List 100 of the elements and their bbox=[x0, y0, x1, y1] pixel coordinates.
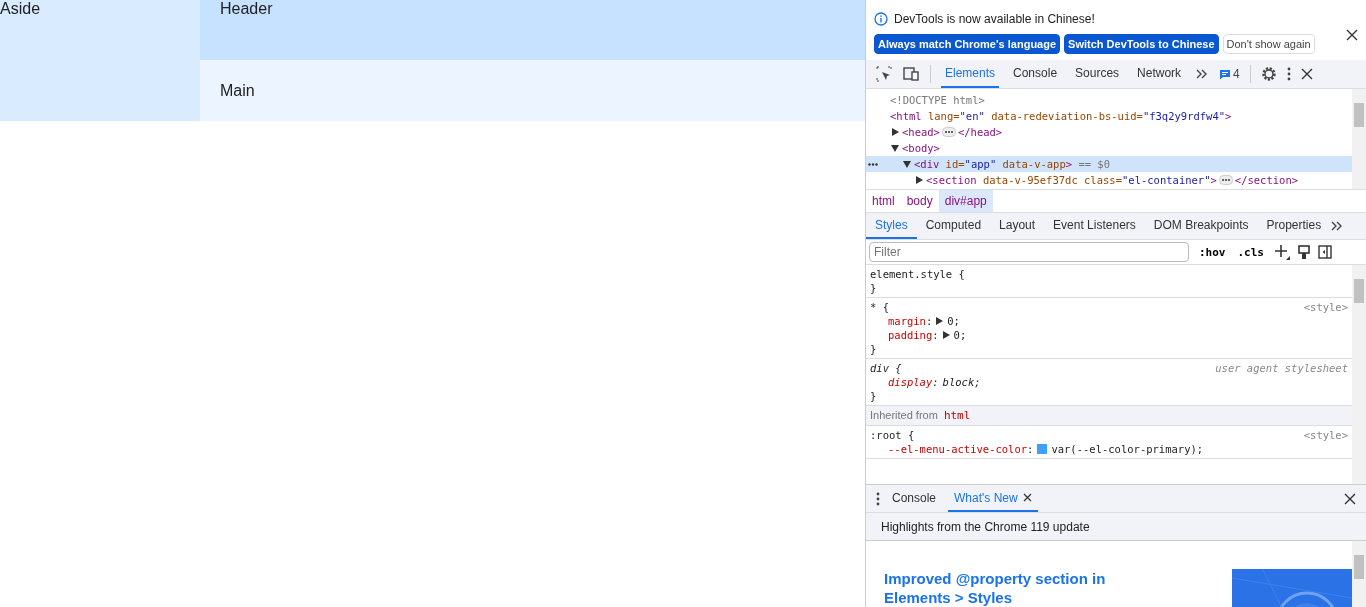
close-icon[interactable] bbox=[1346, 29, 1358, 41]
sidebar-toggle-icon[interactable] bbox=[1318, 245, 1332, 259]
sidebar-tab[interactable]: DOM Breakpoints bbox=[1144, 213, 1258, 239]
closing-brace: } bbox=[870, 389, 877, 403]
markup-text: data-v-95ef37dc class= bbox=[981, 174, 1122, 186]
color-swatch[interactable] bbox=[1037, 444, 1048, 454]
markup-text: <html bbox=[890, 110, 922, 122]
css-selector: div { bbox=[870, 361, 902, 375]
closing-brace: } bbox=[870, 342, 877, 356]
plus-icon[interactable] bbox=[1274, 244, 1290, 260]
dom-node[interactable]: <!DOCTYPE html> bbox=[866, 92, 1352, 108]
expand-arrow-icon[interactable] bbox=[942, 331, 950, 339]
panel-tab[interactable]: Console bbox=[1009, 60, 1062, 88]
markup-text: </head> bbox=[957, 126, 1003, 138]
dom-node[interactable]: <section data-v-95ef37dc class="el-container"> </section> bbox=[866, 172, 1352, 188]
update-subtitle: Highlights from the Chrome 119 update bbox=[881, 519, 1090, 534]
rule-source[interactable]: user agent stylesheet bbox=[1215, 361, 1348, 375]
css-value: 0; bbox=[947, 314, 960, 328]
rule-source[interactable]: <style> bbox=[1303, 300, 1348, 314]
css-colon: : bbox=[1027, 442, 1034, 456]
sidebar-tab[interactable]: Properties bbox=[1257, 213, 1331, 239]
dom-node[interactable]: <html lang="en" data-redeviation-bs-uid="f3q2y9rdfw4"> bbox=[866, 108, 1352, 124]
scrollbar[interactable] bbox=[1352, 265, 1366, 484]
markup-text: <!DOCTYPE html> bbox=[890, 94, 985, 106]
markup-text: "f3q2y9rdfw4" bbox=[1142, 110, 1226, 122]
message-icon bbox=[1219, 68, 1232, 80]
close-icon[interactable] bbox=[1344, 492, 1356, 505]
menu-icon[interactable] bbox=[1286, 67, 1291, 81]
css-value: block; bbox=[942, 375, 981, 389]
ellipsis-icon[interactable] bbox=[1218, 175, 1233, 185]
toggle-button[interactable]: :hov bbox=[1197, 245, 1228, 259]
inherited-label: Inherited from bbox=[870, 409, 938, 422]
main-label: Main bbox=[220, 81, 255, 100]
markup-text: > bbox=[1210, 174, 1217, 186]
markup-text: "en" bbox=[959, 110, 985, 122]
css-value: 0; bbox=[953, 328, 967, 342]
ellipsis-icon[interactable] bbox=[941, 127, 956, 137]
settings-icon[interactable] bbox=[1260, 66, 1277, 82]
css-value: var(--el-color-primary); bbox=[1051, 442, 1204, 456]
inherited-element-link[interactable]: html bbox=[943, 409, 971, 422]
breadcrumb[interactable]: body bbox=[900, 190, 939, 212]
panel-tab[interactable]: Sources bbox=[1071, 60, 1124, 88]
markup-text: data-redeviation-bs-uid= bbox=[990, 110, 1143, 122]
css-colon: : bbox=[925, 314, 933, 328]
css-selector: * { bbox=[870, 300, 889, 314]
info-button[interactable]: Switch DevTools to Chinese bbox=[1064, 34, 1219, 54]
markup-text: id= bbox=[944, 158, 965, 170]
paint-brush-icon[interactable] bbox=[1298, 244, 1310, 260]
sidebar-tab[interactable]: Styles bbox=[866, 213, 917, 239]
issues-counter[interactable]: 4 bbox=[1219, 67, 1240, 81]
css-colon: : bbox=[932, 375, 939, 389]
css-colon: : bbox=[932, 328, 939, 342]
collapsed-arrow-icon[interactable] bbox=[916, 176, 923, 184]
markup-text: > bbox=[1065, 158, 1073, 170]
markup-text: <div bbox=[914, 158, 940, 170]
markup-text: > bbox=[1225, 110, 1232, 122]
sidebar-tab[interactable]: Computed bbox=[916, 213, 991, 239]
breadcrumb[interactable]: div#app bbox=[938, 190, 993, 212]
info-button[interactable]: Don't show again bbox=[1222, 34, 1315, 54]
dom-node[interactable]: <body> bbox=[866, 140, 1352, 156]
filter-field[interactable]: Filter bbox=[869, 242, 1189, 262]
dom-node[interactable]: <head> </head> bbox=[866, 124, 1352, 140]
info-button[interactable]: Always match Chrome's language bbox=[874, 34, 1061, 54]
device-icon[interactable] bbox=[902, 66, 920, 82]
scrollbar[interactable] bbox=[1352, 89, 1366, 189]
css-selector: element.style { bbox=[870, 267, 965, 281]
breadcrumb[interactable]: html bbox=[866, 190, 901, 212]
close-icon[interactable] bbox=[1022, 493, 1032, 502]
collapsed-arrow-icon[interactable] bbox=[892, 128, 899, 136]
css-property: --el-menu-active-color bbox=[888, 442, 1028, 456]
drawer-tab[interactable]: Console bbox=[886, 485, 943, 512]
markup-text: <body> bbox=[902, 142, 940, 154]
closing-brace: } bbox=[870, 281, 877, 295]
css-selector: :root { bbox=[870, 428, 915, 442]
markup-text: data-v-app bbox=[1001, 158, 1066, 170]
dom-node[interactable]: <div id="app" data-v-app> == $0 bbox=[866, 156, 1352, 172]
markup-text: </section> bbox=[1234, 174, 1299, 186]
scrollbar[interactable] bbox=[1352, 541, 1366, 607]
close-icon[interactable] bbox=[1300, 68, 1313, 80]
menu-icon[interactable] bbox=[876, 491, 880, 506]
more-icon bbox=[868, 163, 878, 166]
markup-text: lang= bbox=[926, 110, 960, 122]
sidebar-tab[interactable]: Layout bbox=[990, 213, 1045, 239]
info-icon bbox=[874, 12, 888, 26]
css-property: display bbox=[888, 375, 933, 389]
markup-text: <head> bbox=[902, 126, 940, 138]
panel-tab[interactable]: Network bbox=[1133, 60, 1186, 88]
aside-label: Aside bbox=[0, 0, 41, 17]
article-title[interactable]: Improved @property section in Elements > Styles bbox=[884, 569, 1134, 607]
rule-source[interactable]: <style> bbox=[1303, 428, 1348, 442]
panel-tab[interactable]: Elements bbox=[941, 60, 1000, 88]
markup-text: <section bbox=[926, 174, 977, 186]
markup-text: "el-container" bbox=[1122, 174, 1211, 186]
inspect-icon[interactable] bbox=[876, 66, 892, 82]
css-property: padding bbox=[888, 328, 933, 342]
toggle-button[interactable]: .cls bbox=[1235, 245, 1266, 259]
expand-arrow-icon[interactable] bbox=[936, 317, 944, 325]
markup-text: "app" bbox=[964, 158, 997, 170]
css-property: margin bbox=[888, 314, 926, 328]
sidebar-tab[interactable]: Event Listeners bbox=[1044, 213, 1145, 239]
